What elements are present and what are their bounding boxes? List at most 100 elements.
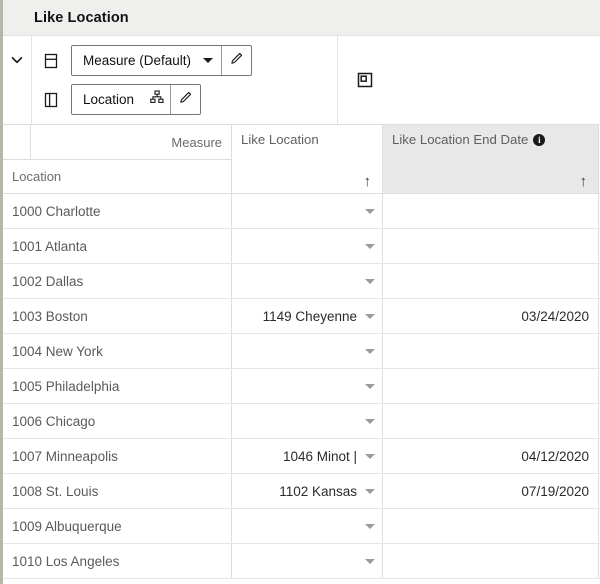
location-pill-edit-button[interactable] <box>171 85 200 114</box>
caret-down-icon <box>365 418 375 424</box>
sort-ascending-icon[interactable]: ↑ <box>580 174 588 189</box>
measure-pill-label: Measure (Default) <box>83 53 192 68</box>
cell-like-location[interactable] <box>232 369 383 403</box>
cell-dropdown-button[interactable] <box>365 453 375 459</box>
panel-layout-icon[interactable] <box>353 68 377 92</box>
caret-down-icon <box>365 208 375 214</box>
cell-like-location-end-date[interactable]: 04/12/2020 <box>383 439 599 473</box>
column-header-label: Like Location <box>241 132 319 147</box>
table-row[interactable]: 1008 St. Louis 1102 Kansas 07/19/2020 <box>3 474 600 509</box>
pencil-icon <box>229 51 244 71</box>
cell-like-location-value: 1046 Minot | <box>282 448 357 464</box>
toolbar-right-area <box>338 36 600 124</box>
location-header-label: Location <box>12 169 62 184</box>
cell-like-location-end-date[interactable]: 03/24/2020 <box>383 299 599 333</box>
caret-down-icon <box>365 488 375 494</box>
caret-down-icon <box>365 523 375 529</box>
caret-down-icon <box>365 348 375 354</box>
location-header-cell: Location <box>3 160 231 193</box>
table-row[interactable]: 1007 Minneapolis 1046 Minot | 04/12/2020 <box>3 439 600 474</box>
table-row[interactable]: 1000 Charlotte <box>3 194 600 229</box>
column-header-title: Like Location <box>241 132 373 147</box>
caret-down-icon <box>365 313 375 319</box>
table-row[interactable]: 1005 Philadelphia <box>3 369 600 404</box>
measure-pill-edit-button[interactable] <box>222 46 251 75</box>
sort-ascending-icon[interactable]: ↑ <box>364 174 372 189</box>
cell-location: 1003 Boston <box>3 299 232 333</box>
shelf-toolbar: Measure (Default) Location <box>3 36 600 125</box>
cell-like-location[interactable] <box>232 264 383 298</box>
cell-like-location-value: 1102 Kansas <box>279 483 357 499</box>
location-pill-hierarchy-button[interactable] <box>144 89 170 110</box>
window-titlebar: Like Location <box>3 0 600 36</box>
location-pill-label: Location <box>83 92 135 107</box>
cell-like-location-end-date[interactable] <box>383 509 599 543</box>
table-row[interactable]: 1009 Albuquerque <box>3 509 600 544</box>
cell-like-location[interactable] <box>232 229 383 263</box>
caret-down-icon <box>365 243 375 249</box>
cell-like-location-end-date[interactable]: 07/19/2020 <box>383 474 599 508</box>
cell-dropdown-button[interactable] <box>365 488 375 494</box>
cell-location: 1000 Charlotte <box>3 194 232 228</box>
cell-like-location[interactable]: 1102 Kansas <box>232 474 383 508</box>
cell-location: 1001 Atlanta <box>3 229 232 263</box>
cell-dropdown-button[interactable] <box>365 208 375 214</box>
shelf-rows: Measure (Default) <box>40 45 337 77</box>
table-row[interactable]: 1001 Atlanta <box>3 229 600 264</box>
cell-like-location-end-date[interactable] <box>383 264 599 298</box>
cell-location: 1010 Los Angeles <box>3 544 232 578</box>
location-pill[interactable]: Location <box>71 84 202 115</box>
caret-down-icon <box>365 383 375 389</box>
table-row[interactable]: 1010 Los Angeles <box>3 544 600 579</box>
grid-corner-header: Measure Location <box>3 125 232 193</box>
measure-pill[interactable]: Measure (Default) <box>71 45 253 76</box>
cell-location: 1006 Chicago <box>3 404 232 438</box>
caret-down-icon <box>365 453 375 459</box>
cell-like-location[interactable] <box>232 334 383 368</box>
cell-like-location[interactable] <box>232 404 383 438</box>
cell-dropdown-button[interactable] <box>365 418 375 424</box>
column-header-like-location[interactable]: Like Location ↑ <box>232 125 383 193</box>
cell-like-location[interactable]: 1046 Minot | <box>232 439 383 473</box>
cell-dropdown-button[interactable] <box>365 558 375 564</box>
shelf-list: Measure (Default) Location <box>31 36 338 124</box>
column-header-title: Like Location End Date i <box>392 132 589 147</box>
cell-location: 1009 Albuquerque <box>3 509 232 543</box>
cell-dropdown-button[interactable] <box>365 348 375 354</box>
cell-like-location[interactable] <box>232 194 383 228</box>
cell-dropdown-button[interactable] <box>365 383 375 389</box>
table-row[interactable]: 1006 Chicago <box>3 404 600 439</box>
cell-dropdown-button[interactable] <box>365 313 375 319</box>
cell-location: 1008 St. Louis <box>3 474 232 508</box>
collapse-toggle[interactable] <box>3 36 31 124</box>
cell-like-location-end-date[interactable] <box>383 544 599 578</box>
cell-like-location[interactable] <box>232 509 383 543</box>
rows-layout-icon <box>40 50 62 72</box>
cell-location: 1002 Dallas <box>3 264 232 298</box>
table-row[interactable]: 1003 Boston 1149 Cheyenne 03/24/2020 <box>3 299 600 334</box>
grid-body: 1000 Charlotte 1001 Atlanta 1002 Dallas 100… <box>3 194 600 579</box>
cell-dropdown-button[interactable] <box>365 523 375 529</box>
cell-like-location-end-date[interactable] <box>383 404 599 438</box>
cell-like-location-end-date[interactable] <box>383 334 599 368</box>
cell-like-location[interactable] <box>232 544 383 578</box>
column-header-like-location-end-date[interactable]: Like Location End Date i ↑ <box>383 125 599 193</box>
cell-like-location-end-date[interactable] <box>383 194 599 228</box>
measure-header-label: Measure <box>171 134 222 150</box>
table-row[interactable]: 1004 New York <box>3 334 600 369</box>
cell-location: 1007 Minneapolis <box>3 439 232 473</box>
cell-like-location[interactable]: 1149 Cheyenne <box>232 299 383 333</box>
cell-like-location-end-date[interactable] <box>383 229 599 263</box>
table-row[interactable]: 1002 Dallas <box>3 264 600 299</box>
pencil-icon <box>178 90 193 110</box>
grid-header: Measure Location Like Location ↑ Like Lo… <box>3 125 600 194</box>
measure-pill-dropdown[interactable] <box>201 58 221 63</box>
cell-like-location-end-date[interactable] <box>383 369 599 403</box>
cell-location: 1005 Philadelphia <box>3 369 232 403</box>
hierarchy-icon <box>149 89 165 110</box>
cell-dropdown-button[interactable] <box>365 278 375 284</box>
cell-dropdown-button[interactable] <box>365 243 375 249</box>
info-icon[interactable]: i <box>533 133 546 146</box>
shelf-columns: Location <box>40 84 337 116</box>
like-location-window: Like Location Measure (Default) Location… <box>0 0 600 584</box>
